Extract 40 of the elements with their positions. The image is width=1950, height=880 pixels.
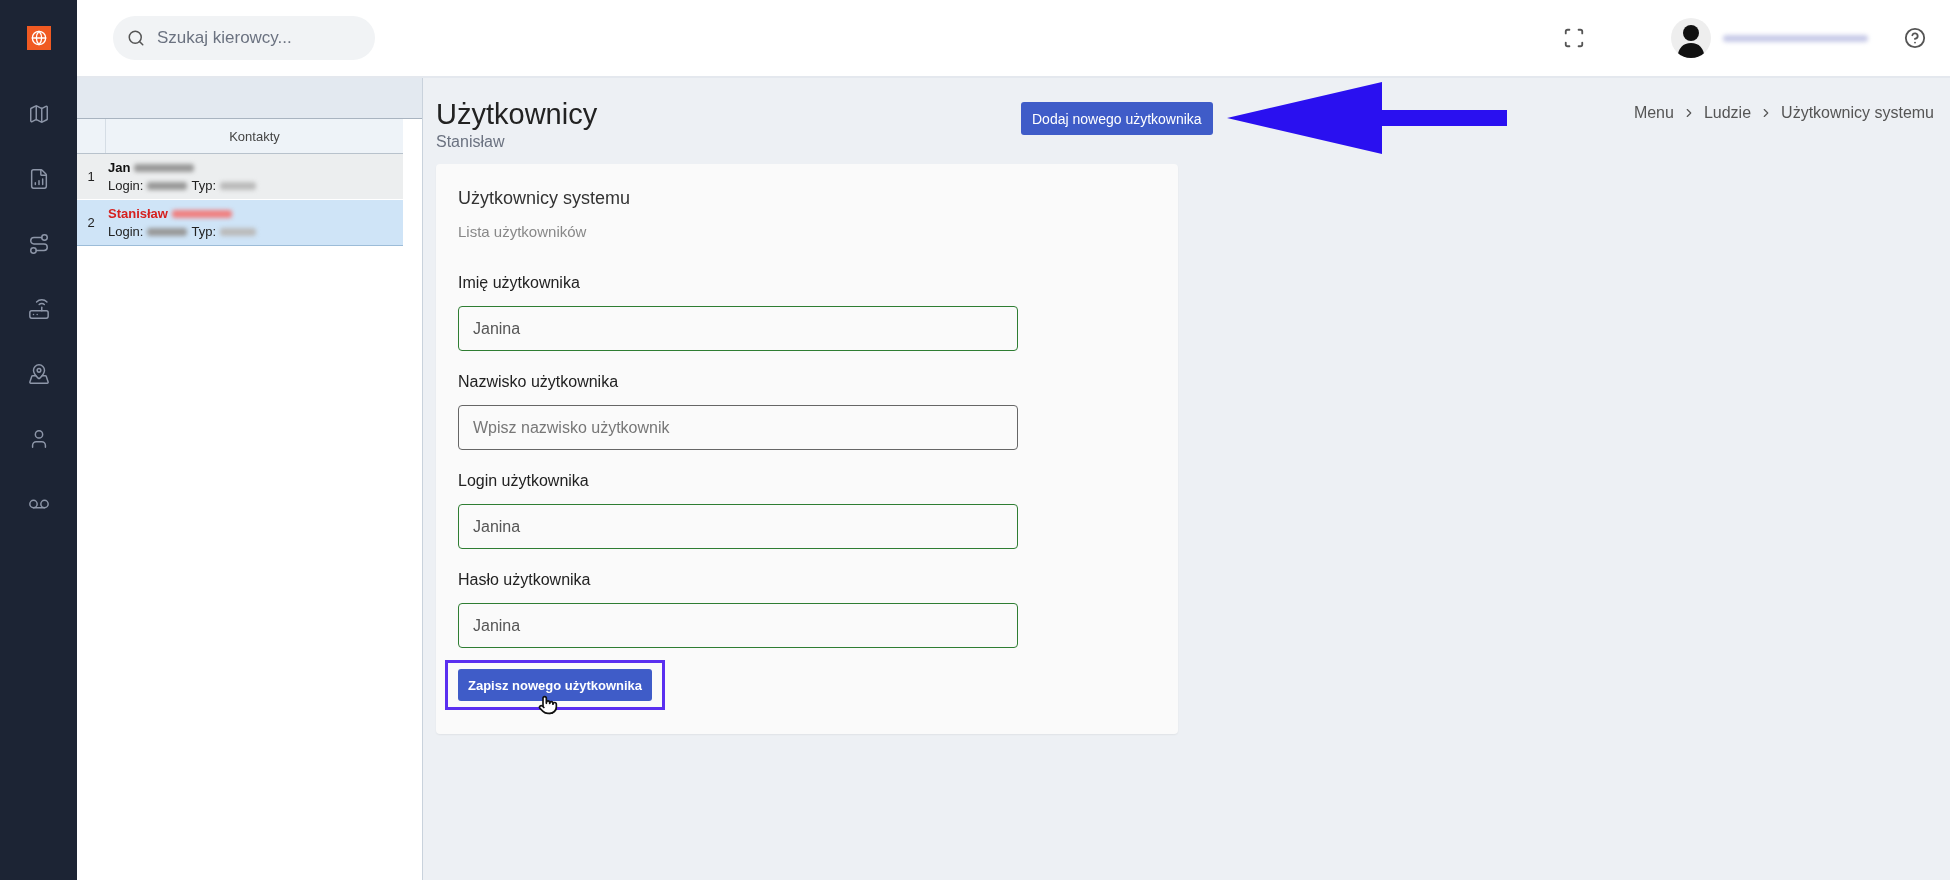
hand-cursor-icon bbox=[538, 695, 558, 715]
contact-row[interactable]: 1 Jan Login: Typ: bbox=[77, 154, 403, 200]
contact-name: Jan bbox=[108, 160, 131, 175]
card-title: Użytkownicy systemu bbox=[458, 188, 632, 209]
input-field[interactable]: Janina bbox=[458, 306, 1018, 351]
input-field[interactable]: Janina bbox=[458, 603, 1018, 648]
breadcrumb-link[interactable]: Ludzie bbox=[1703, 104, 1752, 122]
search-icon bbox=[127, 29, 145, 47]
login-label: Login: bbox=[108, 224, 144, 239]
page-subtitle: Stanisław bbox=[436, 133, 506, 151]
page-title: Użytkownicy bbox=[436, 98, 599, 131]
blurred-text bbox=[134, 163, 195, 172]
column-header: Kontakty bbox=[228, 127, 281, 146]
breadcrumb-link[interactable]: Menu bbox=[1633, 104, 1674, 122]
blurred-text bbox=[220, 227, 256, 236]
field-label: Nazwisko użytkownika bbox=[458, 373, 620, 391]
contact-row[interactable]: 2 Stanisław Login: Typ: bbox=[77, 200, 403, 246]
type-label: Typ: bbox=[191, 178, 216, 193]
breadcrumb-link[interactable]: Użytkownicy systemu bbox=[1781, 104, 1934, 122]
fullscreen-icon[interactable] bbox=[1563, 27, 1585, 49]
help-icon[interactable] bbox=[1904, 27, 1926, 49]
blurred-text bbox=[147, 227, 188, 236]
login-label: Login: bbox=[108, 178, 144, 193]
row-number: 1 bbox=[86, 169, 96, 184]
contact-name: Stanisław bbox=[108, 206, 168, 221]
field-label: Imię użytkownika bbox=[458, 274, 581, 292]
input-field[interactable]: Janina bbox=[458, 504, 1018, 549]
blurred-text bbox=[171, 209, 232, 218]
add-user-button[interactable]: Dodaj nowego użytkownika bbox=[1021, 102, 1213, 135]
field-label: Login użytkownika bbox=[458, 472, 590, 490]
app-logo-icon[interactable] bbox=[26, 26, 51, 50]
input-field[interactable]: Wpisz nazwisko użytkownik bbox=[458, 405, 1018, 450]
avatar-icon[interactable] bbox=[1671, 18, 1711, 58]
field-label: Hasło użytkownika bbox=[458, 571, 592, 589]
blurred-text bbox=[220, 181, 256, 190]
blurred-text bbox=[147, 181, 188, 190]
card-subtitle: Lista użytkowników bbox=[458, 223, 588, 240]
row-number: 2 bbox=[86, 215, 96, 230]
type-label: Typ: bbox=[191, 224, 216, 239]
search-field[interactable]: Szukaj kierowcy... bbox=[113, 16, 375, 60]
